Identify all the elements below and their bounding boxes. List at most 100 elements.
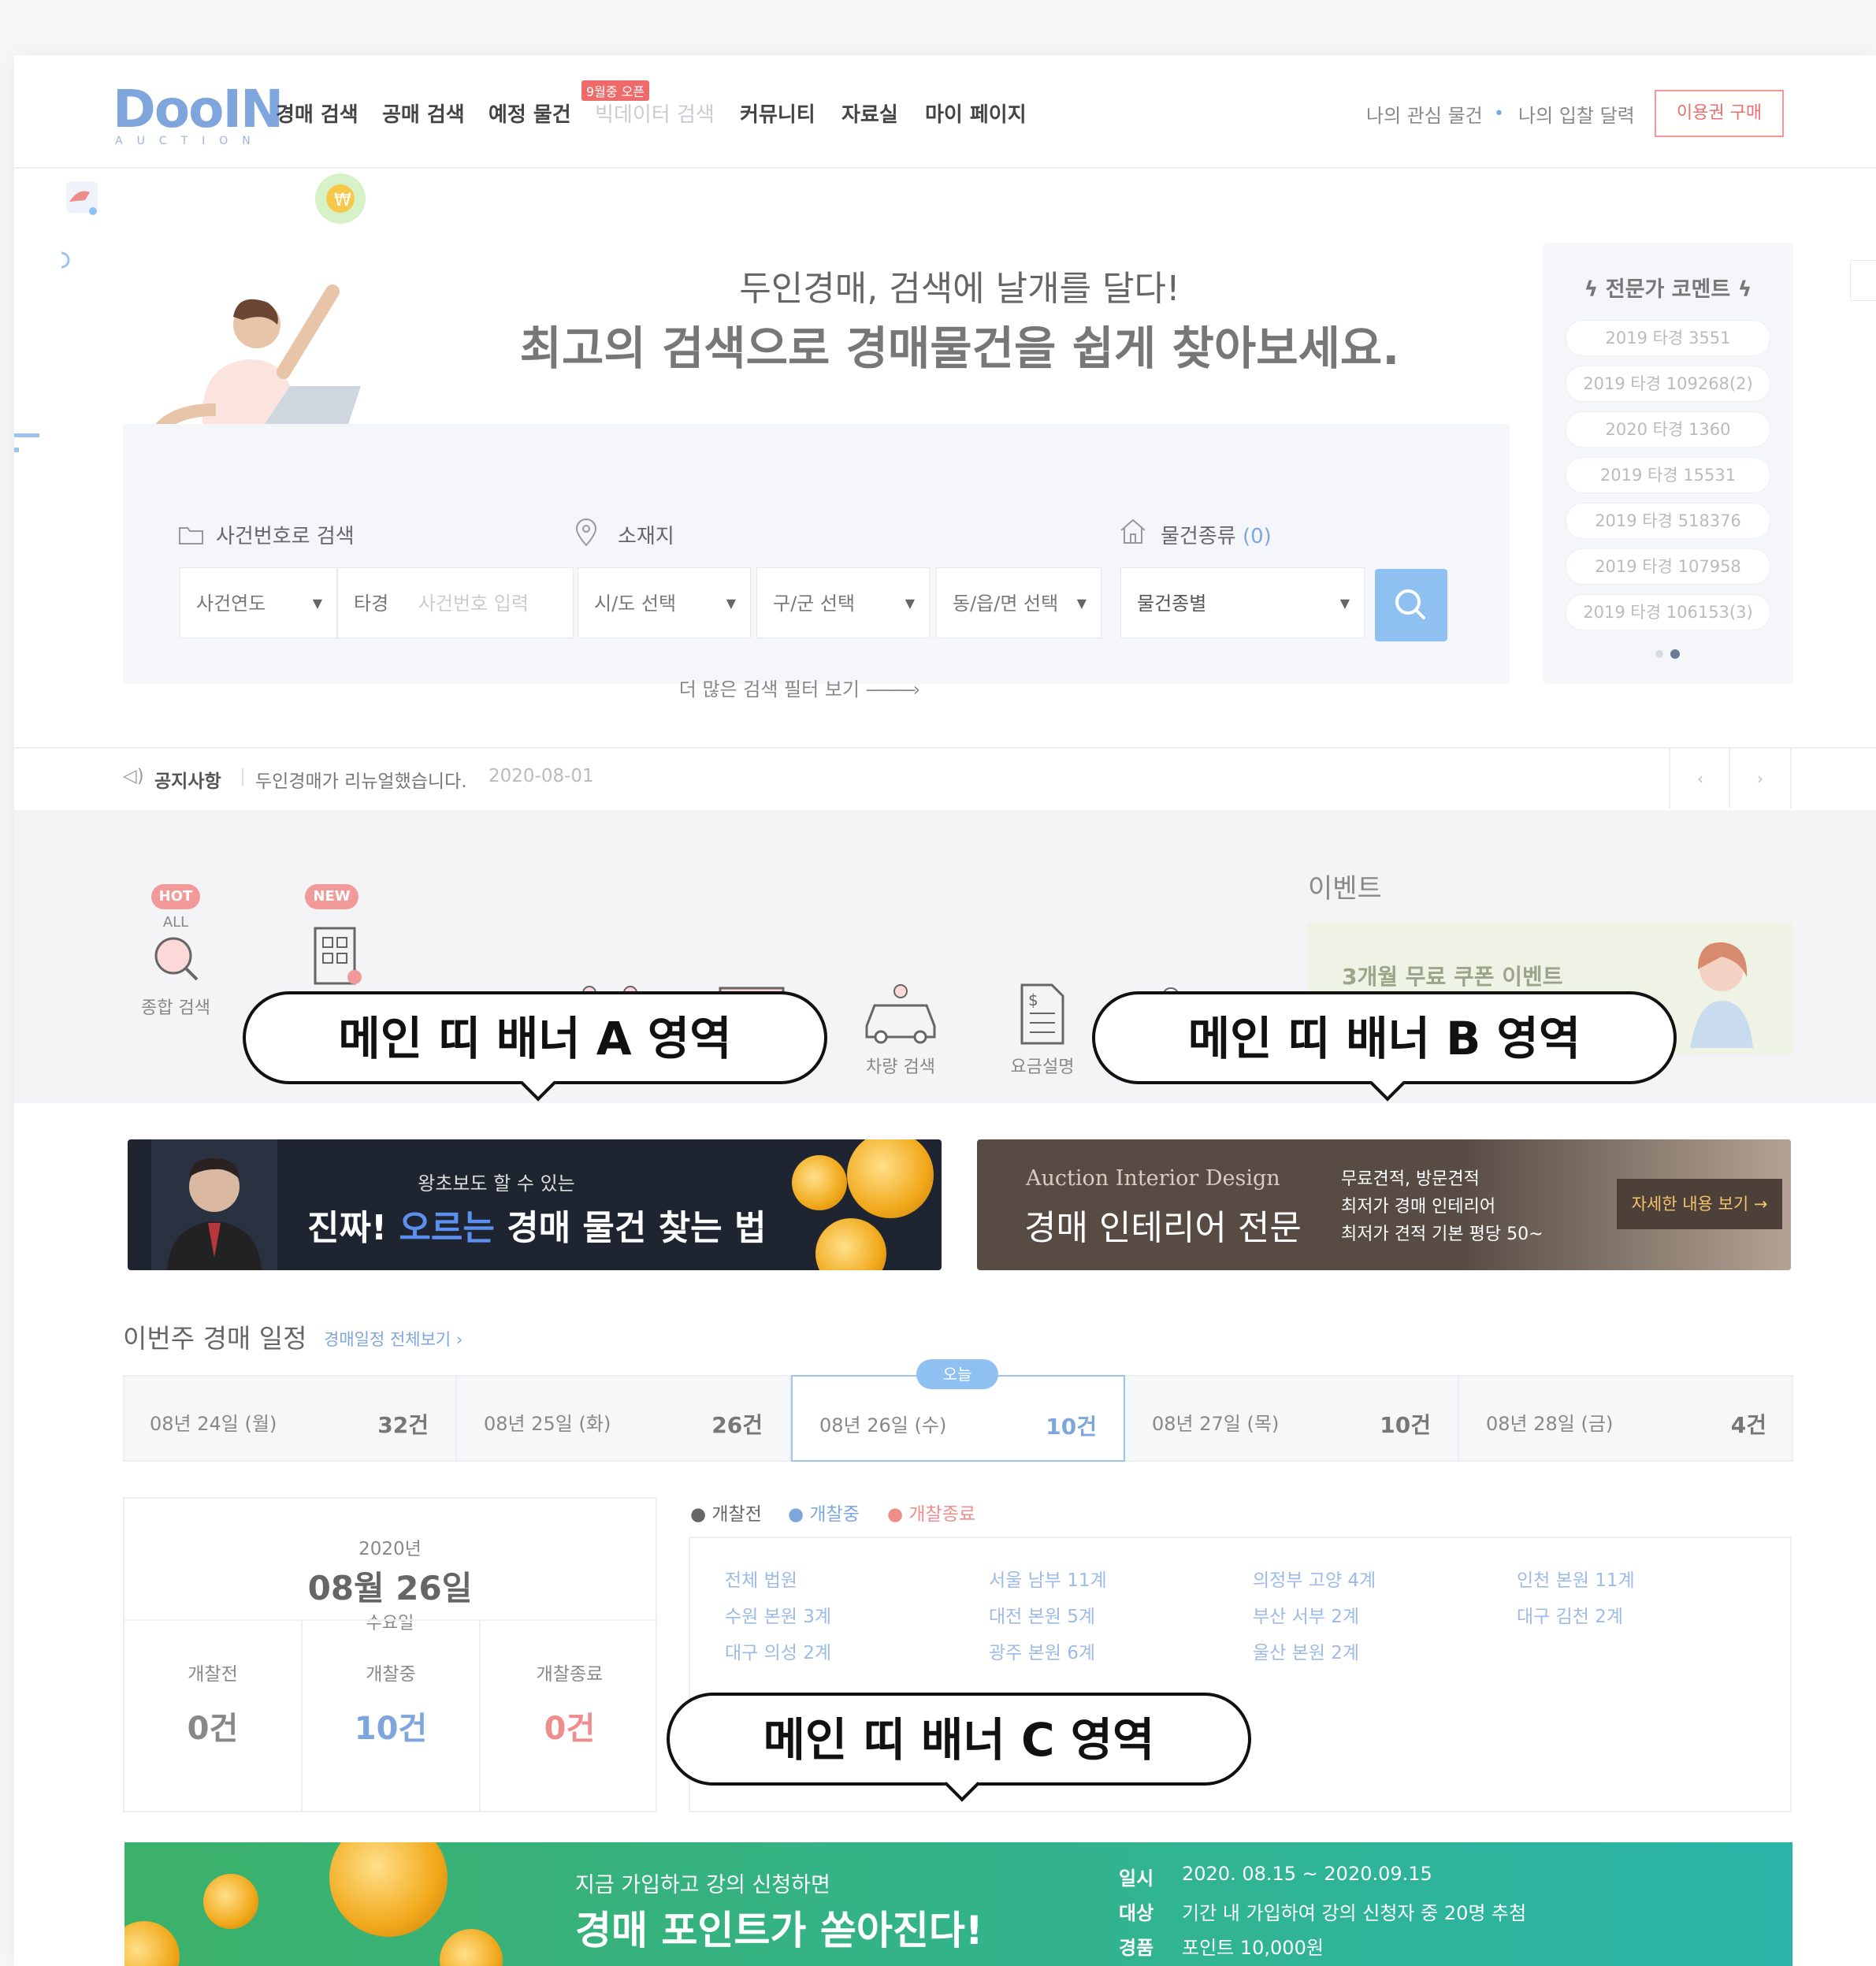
separator-dot: • (1494, 104, 1504, 124)
banner-a[interactable]: 왕초보도 할 수 있는 진짜! 오르는 경매 물건 찾는 법 (128, 1139, 942, 1270)
hot-badge: HOT (150, 884, 201, 909)
banner-c-value: 2020. 08.15 ~ 2020.09.15 (1182, 1863, 1432, 1885)
my-interest-link[interactable]: 나의 관심 물건 (1366, 100, 1483, 128)
item-type-count: (0) (1242, 525, 1272, 548)
banner-a-headline: 진짜! 오르는 경매 물건 찾는 법 (307, 1208, 767, 1248)
search-panel (123, 424, 1510, 684)
summary-year: 2020년 (358, 1539, 422, 1559)
court-item[interactable]: 대구 의성 2계 (725, 1637, 831, 1664)
stat-in-progress: 개찰중 10건 (303, 1619, 481, 1812)
case-number-input[interactable]: 사건번호 입력 (418, 593, 529, 615)
nav-library[interactable]: 자료실 (841, 98, 898, 128)
schedule-all-link[interactable]: 경매일정 전체보기 › (324, 1327, 462, 1351)
court-item[interactable]: 의정부 고양 4계 (1253, 1565, 1376, 1592)
banner-b-point: 무료견적, 방문견적 (1341, 1169, 1480, 1189)
notice-next-button[interactable]: › (1729, 749, 1792, 808)
new-badge: NEW (305, 884, 358, 909)
case-number-field[interactable]: 타경 사건번호 입력 (337, 567, 574, 638)
day-tab[interactable]: 08년 28일 (금) 4건 (1459, 1375, 1793, 1462)
court-item[interactable]: 수원 본원 3계 (725, 1601, 831, 1628)
expert-item[interactable]: 2019 타경 3551 (1566, 320, 1770, 356)
more-filters-link[interactable]: 더 많은 검색 필터 보기 ———› (14, 674, 1582, 701)
house-icon (1120, 518, 1146, 544)
notice-label: 공지사항 (154, 771, 221, 792)
search-icon (1395, 589, 1425, 619)
notice-text[interactable]: 두인경매가 리뉴얼했습니다. (255, 766, 467, 793)
case-year-select[interactable]: 사건연도 ▼ (180, 567, 337, 638)
bigdata-badge: 9월중 오픈 (581, 80, 650, 101)
nav-mypage[interactable]: 마이 페이지 (925, 98, 1027, 128)
legend-before: ● 개찰전 (690, 1504, 762, 1525)
expert-item[interactable]: 2019 타경 109268(2) (1566, 366, 1770, 402)
day-tab[interactable]: 08년 24일 (월) 32건 (123, 1375, 457, 1462)
buy-pass-button[interactable]: 이용권 구매 (1655, 90, 1784, 137)
nav-auction-search[interactable]: 경매 검색 (276, 98, 358, 128)
item-type-select[interactable]: 물건종별 ▼ (1120, 567, 1365, 638)
expert-item[interactable]: 2019 타경 518376 (1566, 503, 1770, 539)
side-widget[interactable] (1850, 260, 1876, 301)
nav-upcoming[interactable]: 예정 물건 (489, 98, 571, 128)
day-tab[interactable]: 08년 25일 (화) 26건 (457, 1375, 791, 1462)
gugun-select[interactable]: 구/군 선택 ▼ (756, 567, 930, 638)
court-item[interactable]: 울산 본원 2계 (1253, 1637, 1359, 1664)
summary-date: 08월 26일 (307, 1569, 473, 1607)
item-type-label: 물건종류 (0) (1161, 525, 1272, 548)
my-bid-calendar-link[interactable]: 나의 입찰 달력 (1518, 100, 1635, 128)
court-item[interactable]: 광주 본원 6계 (989, 1637, 1095, 1664)
expert-item[interactable]: 2019 타경 107958 (1566, 548, 1770, 585)
chevron-down-icon: ▼ (1339, 596, 1350, 611)
court-item[interactable]: 인천 본원 11계 (1517, 1565, 1635, 1592)
search-button[interactable] (1375, 569, 1447, 641)
schedule-title: 이번주 경매 일정 (123, 1323, 307, 1354)
expert-item[interactable]: 2019 타경 15531 (1566, 457, 1770, 493)
category-label: 차량 검색 (866, 1057, 935, 1077)
banner-b[interactable]: Auction Interior Design 경매 인테리어 전문 무료견적,… (977, 1139, 1791, 1270)
day-tab[interactable]: 08년 27일 (목) 10건 (1125, 1375, 1459, 1462)
category-new[interactable]: NEW (280, 884, 383, 998)
court-item[interactable]: 전체 법원 (725, 1565, 797, 1592)
sido-select[interactable]: 시/도 선택 ▼ (578, 567, 751, 638)
nav-public-auction[interactable]: 공매 검색 (382, 98, 465, 128)
nav-bigdata[interactable]: 빅데이터 검색 (595, 98, 715, 128)
banner-c-key: 대상 (1119, 1902, 1154, 1924)
banner-c-key: 경품 (1119, 1937, 1154, 1959)
folder-icon (179, 527, 203, 544)
chevron-down-icon: ▼ (726, 596, 736, 611)
today-badge: 오늘 (916, 1359, 998, 1389)
stat-finished: 개찰종료 0건 (481, 1619, 659, 1812)
category-label: 종합 검색 (141, 998, 210, 1018)
carousel-dots[interactable] (1653, 649, 1685, 660)
woman-illustration (1690, 942, 1753, 1048)
svg-text:₩: ₩ (334, 191, 351, 210)
court-item[interactable]: 대구 김천 2계 (1517, 1601, 1623, 1628)
legend-finished: ● 개찰종료 (887, 1504, 976, 1525)
presenter-photo (151, 1139, 277, 1270)
category-vehicle[interactable]: 차량 검색 (849, 982, 952, 1078)
banner-a-line1: 왕초보도 할 수 있는 (418, 1173, 575, 1195)
building-icon (314, 927, 362, 985)
all-label: ALL (162, 914, 189, 931)
site-logo[interactable]: DooIN (113, 79, 284, 139)
event-title: 이벤트 (1308, 873, 1382, 905)
notice-prev-button[interactable]: ‹ (1669, 749, 1730, 808)
expert-item[interactable]: 2019 타경 106153(3) (1566, 594, 1770, 630)
nav-community[interactable]: 커뮤니티 (740, 98, 815, 128)
court-item[interactable]: 부산 서부 2계 (1253, 1601, 1359, 1628)
banner-c[interactable]: 지금 가입하고 강의 신청하면 경매 포인트가 쏟아진다! 일시 2020. 0… (124, 1842, 1792, 1966)
banner-c-line1: 지금 가입하고 강의 신청하면 (575, 1873, 830, 1897)
category-pricing[interactable]: $ 요금설명 (991, 982, 1094, 1078)
svg-text:$: $ (1028, 990, 1038, 1009)
court-item[interactable]: 대전 본원 5계 (989, 1601, 1095, 1628)
expert-comment-title: ϟ 전문가 코멘트 ϟ (1584, 277, 1752, 302)
court-item[interactable]: 서울 남부 11계 (989, 1565, 1107, 1592)
category-label: 요금설명 (1010, 1057, 1075, 1077)
chevron-down-icon: ▼ (312, 596, 322, 611)
case-prefix: 타경 (354, 593, 389, 615)
expert-item[interactable]: 2020 타경 1360 (1566, 411, 1770, 448)
document-dollar-icon: $ (1020, 983, 1064, 1045)
category-all-search[interactable]: HOT ALL 종합 검색 (124, 884, 227, 1019)
banner-c-key: 일시 (1119, 1868, 1154, 1890)
banner-b-title: 경매 인테리어 전문 (1024, 1208, 1302, 1248)
dong-select[interactable]: 동/읍/면 선택 ▼ (936, 567, 1101, 638)
banner-b-cta[interactable]: 자세한 내용 보기 → (1617, 1179, 1782, 1229)
